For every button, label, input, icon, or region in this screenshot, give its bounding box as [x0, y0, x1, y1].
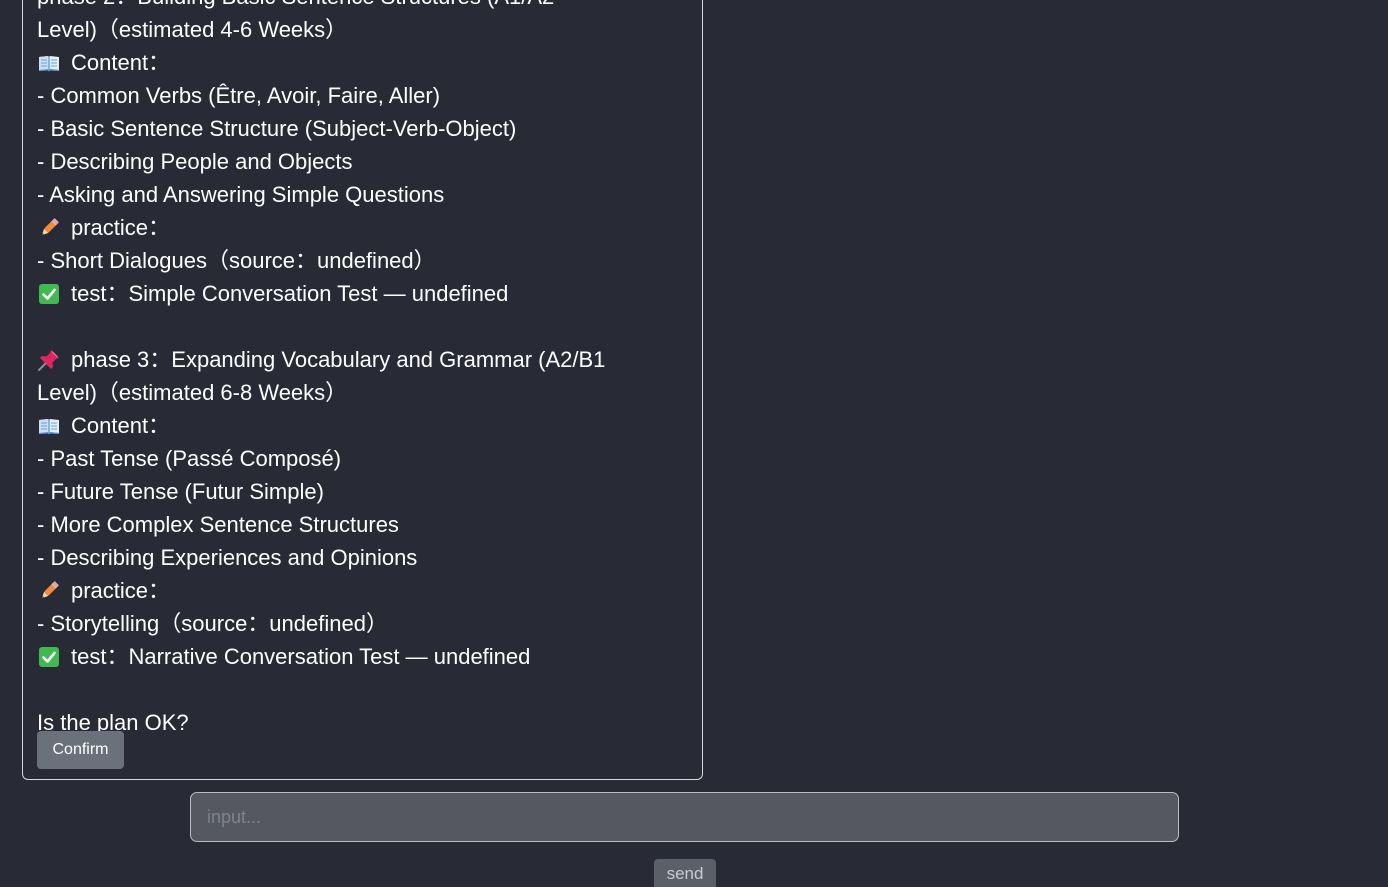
message-line-text: - Past Tense (Passé Composé) [37, 446, 342, 471]
message-line: - Future Tense (Futur Simple) [37, 475, 697, 508]
message-line: Level)（estimated 6-8 Weeks） [37, 376, 697, 409]
message-line-text: practice： [71, 215, 171, 240]
message-line: - Short Dialogues（source：undefined） [37, 244, 697, 277]
book-icon [37, 414, 61, 438]
message-line-text: test：Narrative Conversation Test — undef… [71, 644, 531, 669]
assistant-message-card: phase 2：Building Basic Sentence Structur… [22, 0, 703, 780]
confirm-button[interactable]: Confirm [37, 731, 124, 769]
message-line: phase 3：Expanding Vocabulary and Grammar… [37, 343, 697, 376]
message-line-text: - More Complex Sentence Structures [37, 512, 399, 537]
check-icon [37, 282, 61, 306]
message-line [37, 310, 697, 343]
book-icon [37, 51, 61, 75]
message-line: - Storytelling（source：undefined） [37, 607, 697, 640]
pushpin-icon [37, 348, 61, 372]
pencil-icon [37, 579, 61, 603]
message-line-text: Content： [71, 413, 171, 438]
message-line-text: - Storytelling（source：undefined） [37, 611, 388, 636]
message-line: practice： [37, 211, 697, 244]
message-line: phase 2：Building Basic Sentence Structur… [37, 0, 697, 13]
message-line-text: - Describing People and Objects [37, 149, 353, 174]
message-line-text: test：Simple Conversation Test — undefine… [71, 281, 509, 306]
message-line: practice： [37, 574, 697, 607]
message-line-text: Level)（estimated 6-8 Weeks） [37, 380, 348, 405]
message-line-text: Content： [71, 50, 171, 75]
message-line-text: - Describing Experiences and Opinions [37, 545, 418, 570]
message-line-text: - Asking and Answering Simple Questions [37, 182, 445, 207]
message-line-text: practice： [71, 578, 171, 603]
message-line-text: phase 3：Expanding Vocabulary and Grammar… [71, 347, 606, 372]
message-line-text: - Basic Sentence Structure (Subject-Verb… [37, 116, 517, 141]
message-body: phase 2：Building Basic Sentence Structur… [37, 0, 697, 739]
check-icon [37, 645, 61, 669]
send-button[interactable]: send [654, 859, 716, 887]
message-line-text: - Future Tense (Futur Simple) [37, 479, 324, 504]
message-line: Content： [37, 46, 697, 79]
message-line: test：Narrative Conversation Test — undef… [37, 640, 697, 673]
message-line: - Asking and Answering Simple Questions [37, 178, 697, 211]
message-line-text: - Short Dialogues（source：undefined） [37, 248, 436, 273]
message-line [37, 673, 697, 706]
message-line: test：Simple Conversation Test — undefine… [37, 277, 697, 310]
message-line: - More Complex Sentence Structures [37, 508, 697, 541]
message-line-text: phase 2：Building Basic Sentence Structur… [37, 0, 554, 13]
message-line: Level)（estimated 4-6 Weeks） [37, 13, 697, 46]
message-line: - Basic Sentence Structure (Subject-Verb… [37, 112, 697, 145]
chat-page: phase 2：Building Basic Sentence Structur… [0, 0, 1388, 887]
message-line: - Past Tense (Passé Composé) [37, 442, 697, 475]
message-line: - Describing Experiences and Opinions [37, 541, 697, 574]
message-line: - Common Verbs (Être, Avoir, Faire, Alle… [37, 79, 697, 112]
message-line: Content： [37, 409, 697, 442]
message-line-text: Level)（estimated 4-6 Weeks） [37, 17, 348, 42]
message-line-text: - Common Verbs (Être, Avoir, Faire, Alle… [37, 83, 441, 108]
chat-input[interactable] [190, 792, 1179, 842]
pencil-icon [37, 216, 61, 240]
message-line: Is the plan OK? [37, 706, 697, 739]
message-line: - Describing People and Objects [37, 145, 697, 178]
